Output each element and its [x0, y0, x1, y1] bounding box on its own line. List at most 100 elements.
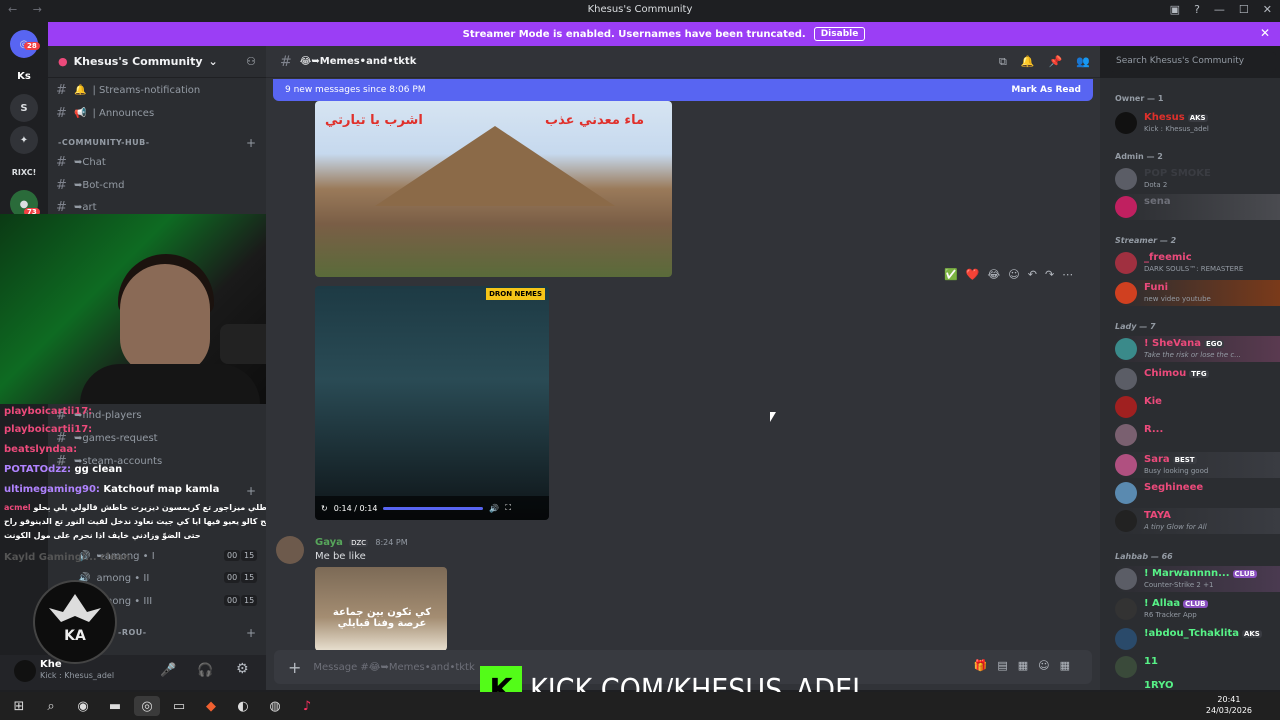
bell-icon[interactable]: 🔔 [1021, 55, 1035, 69]
member-item[interactable]: Sara BEST Busy looking good [1115, 452, 1280, 478]
chat-line: حتى الضوّ وزادني خايف اذا نحرم على مول ا… [4, 531, 201, 540]
category-rou[interactable]: -ROU- [118, 628, 147, 637]
member-item[interactable]: Seghineee [1115, 480, 1280, 506]
deafen-icon[interactable]: 🎧 [197, 663, 213, 678]
chrome-icon[interactable]: ◉ [70, 696, 96, 716]
member-name: ! SheVana [1144, 338, 1201, 349]
avatar[interactable] [276, 536, 304, 564]
message-image[interactable]: ماء معدني عذب اشرب يا تيارتي [315, 101, 672, 277]
member-status: new video youtube [1144, 295, 1211, 303]
channel-label: ➥art [74, 201, 97, 213]
chat-line: playboicartii17: [4, 424, 93, 435]
video-watermark: DRON NEMES [486, 288, 545, 300]
server-icon[interactable]: ✦ [10, 126, 38, 154]
member-item[interactable]: ! Marwannnn... CLUB Counter-Strike 2 +1 [1115, 566, 1280, 592]
terminal-icon[interactable]: ▭ [166, 696, 192, 716]
video-controls: ↻ 0:14 / 0:14 🔊 ⛶ [315, 496, 549, 520]
category-community-hub[interactable]: -COMMUNITY-HUB- [58, 138, 150, 147]
add-attachment-icon[interactable]: + [288, 658, 301, 677]
member-item[interactable]: POP SMOKE Dota 2 [1115, 166, 1280, 192]
hash-icon: # [56, 199, 67, 215]
close-icon[interactable]: ✕ [1260, 26, 1270, 40]
member-item[interactable]: ! SheVana EGO Take the risk or lose the c… [1115, 336, 1280, 362]
steam-icon[interactable]: ◍ [262, 696, 288, 716]
tiktok-icon[interactable]: ♪ [294, 696, 320, 716]
file-explorer-icon[interactable]: ▬ [102, 696, 128, 716]
windows-start-icon[interactable]: ⊞ [6, 696, 32, 716]
channel-announces[interactable]: # 📢 | Announces [56, 103, 256, 123]
member-item[interactable]: 11 [1115, 654, 1280, 680]
member-item[interactable]: ! Allaa CLUB R6 Tracker App [1115, 596, 1280, 622]
system-clock[interactable]: 20:41 24/03/2026 [1206, 694, 1252, 716]
forward-icon[interactable]: ↷ [1045, 268, 1054, 281]
gear-icon[interactable]: ⚙ [236, 661, 249, 677]
member-item[interactable]: _freemic DARK SOULS™: REMASTERE [1115, 250, 1280, 276]
member-item[interactable]: Funi new video youtube [1115, 280, 1280, 306]
channel-streams-notification[interactable]: # 🔔 | Streams-notification [56, 80, 256, 100]
server-rixc[interactable]: RIXC! [10, 158, 38, 186]
member-list: Owner — 1 Khesus AKS Kick : Khesus_adel A… [1100, 78, 1280, 690]
member-item[interactable]: sena [1115, 194, 1280, 220]
brave-icon[interactable]: ◆ [198, 696, 224, 716]
chat-line: بزاف صوالح كالو يعيو فيها ايا كي جيت نعا… [4, 517, 308, 526]
obs-icon[interactable]: ◐ [230, 696, 256, 716]
streamer-mode-banner: Streamer Mode is enabled. Usernames have… [48, 22, 1280, 46]
close-button[interactable]: ✕ [1263, 3, 1272, 16]
new-messages-text: 9 new messages since 8:06 PM [285, 85, 426, 95]
add-channel-icon[interactable]: + [246, 136, 256, 150]
member-name: Chimou [1144, 368, 1187, 379]
help-icon[interactable]: ? [1194, 3, 1200, 16]
avatar[interactable] [14, 660, 36, 682]
channel-chat[interactable]: # ➥Chat [56, 152, 256, 172]
member-item[interactable]: 1RYO [1115, 678, 1280, 690]
reply-icon[interactable]: ↶ [1028, 268, 1037, 281]
members-icon[interactable]: 👥 [1076, 55, 1090, 69]
heart-reaction-icon[interactable]: ❤️ [966, 268, 980, 281]
fullscreen-icon[interactable]: ⛶ [505, 503, 511, 513]
threads-icon[interactable]: ⧉ [999, 55, 1007, 69]
add-channel-icon[interactable]: + [246, 626, 256, 640]
channel-name: 😂➥Memes•and•tktk [299, 56, 417, 67]
minimize-button[interactable]: — [1214, 3, 1225, 16]
message-actions: ✅ ❤️ 😂 ☺ ↶ ↷ ⋯ [944, 268, 1073, 281]
server-ks[interactable]: Ks [10, 62, 38, 90]
member-item[interactable]: R... [1115, 422, 1280, 448]
message-video[interactable]: DRON NEMES ↻ 0:14 / 0:14 🔊 ⛶ [315, 286, 549, 520]
message-author[interactable]: Gaya [315, 537, 343, 548]
composer-icons[interactable]: 🎁▤▦☺▦ [974, 659, 1080, 672]
disable-button[interactable]: Disable [813, 27, 866, 41]
video-progress[interactable] [383, 506, 484, 510]
search-icon[interactable]: ⌕ [38, 696, 64, 716]
volume-icon[interactable]: 🔊 [489, 504, 499, 513]
message-input[interactable]: Message #😂➥Memes•and•tktk [313, 662, 474, 673]
maximize-button[interactable]: ☐ [1239, 3, 1249, 16]
add-reaction-icon[interactable]: ☺ [1008, 268, 1019, 281]
message-image[interactable]: كي تكون بين جماعة عرصة وفنا قبايلي [315, 567, 447, 651]
invite-icon[interactable]: ⚇ [246, 55, 256, 68]
more-icon[interactable]: ⋯ [1062, 268, 1073, 281]
laugh-reaction-icon[interactable]: 😂 [987, 268, 1000, 281]
replay-icon[interactable]: ↻ [321, 504, 328, 513]
member-item[interactable]: !abdou_Tchaklita AKS [1115, 626, 1280, 652]
server-header[interactable]: ● Khesus's Community ⌄ ⚇ [48, 46, 266, 78]
member-item[interactable]: TAYA A tiny Glow for All [1115, 508, 1280, 534]
stream-chat-overlay: playboicartii17: playboicartii17: beatsl… [0, 404, 310, 594]
member-tag: CLUB [1183, 600, 1208, 608]
discord-icon[interactable]: ◎ [134, 696, 160, 716]
title-bar: ← → Khesus's Community ▣ ? — ☐ ✕ [0, 0, 1280, 22]
member-item[interactable]: Khesus AKS Kick : Khesus_adel [1115, 110, 1280, 136]
pin-icon[interactable]: 📌 [1049, 55, 1063, 69]
server-icon[interactable]: S [10, 94, 38, 122]
mark-as-read-button[interactable]: Mark As Read [1011, 85, 1081, 95]
inbox-icon[interactable]: ▣ [1170, 3, 1180, 16]
mute-icon[interactable]: 🎤 [160, 663, 176, 678]
search-input[interactable]: Search Khesus's Community [1110, 52, 1276, 72]
channel-label: | Announces [92, 107, 155, 119]
member-item[interactable]: Kie [1115, 394, 1280, 420]
member-item[interactable]: Chimou TFG [1115, 366, 1280, 392]
check-reaction-icon[interactable]: ✅ [944, 268, 958, 281]
member-name: TAYA [1144, 510, 1171, 521]
chat-line: beatslyndaa: [4, 444, 78, 455]
new-messages-bar[interactable]: 9 new messages since 8:06 PM Mark As Rea… [273, 79, 1093, 101]
channel-bot-cmd[interactable]: # ➥Bot-cmd [56, 175, 256, 195]
